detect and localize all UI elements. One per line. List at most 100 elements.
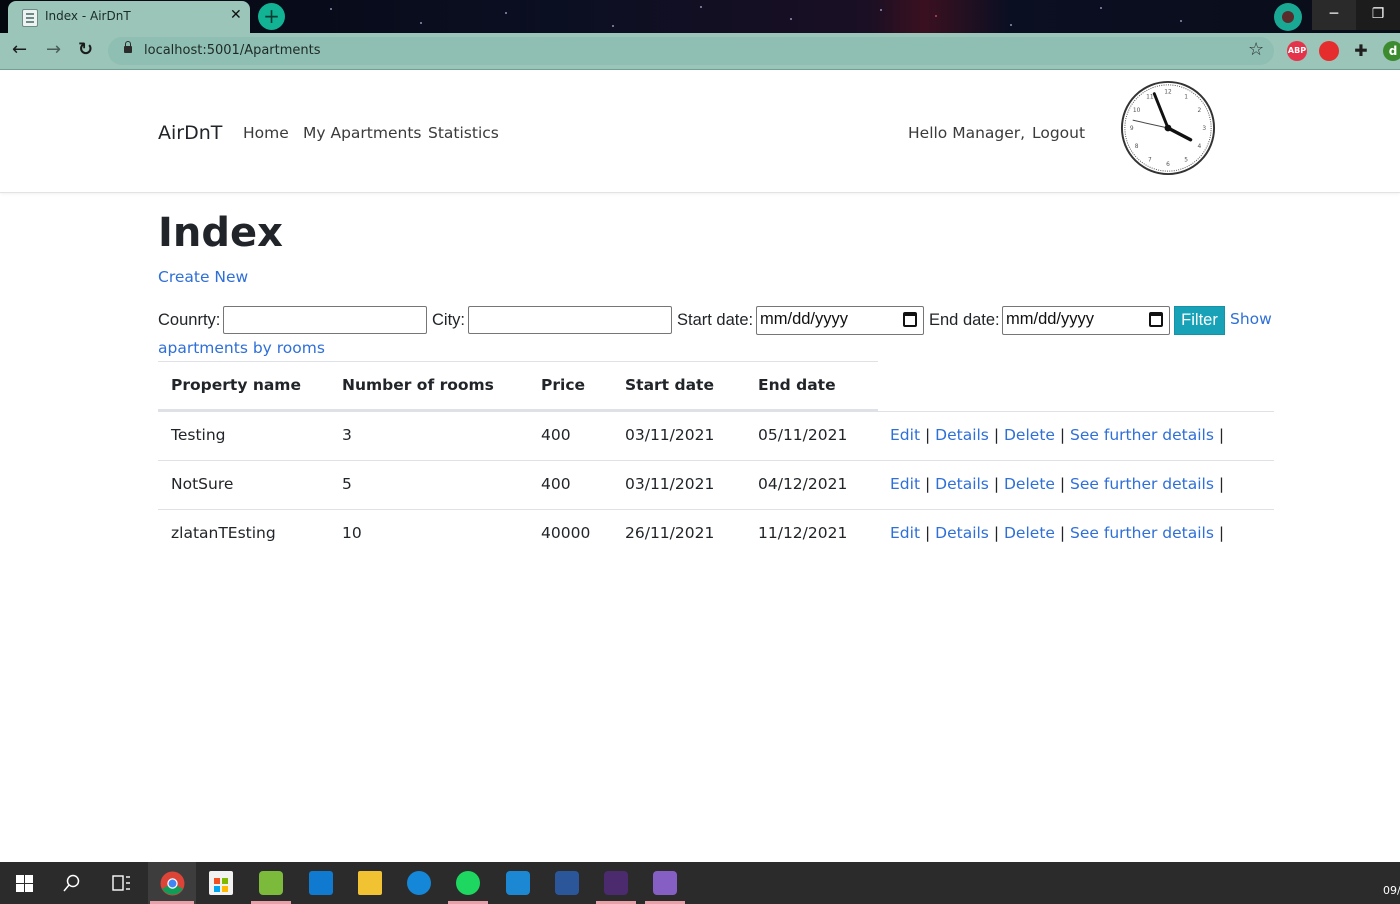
separator: | [924, 524, 931, 542]
separator: | [1059, 524, 1066, 542]
details-link[interactable]: Details [935, 524, 989, 542]
cell-property-name: Testing [171, 426, 226, 444]
clock-numeral: 6 [1166, 162, 1170, 168]
table-row-border [158, 460, 1274, 461]
details-link[interactable]: Details [935, 475, 989, 493]
start-date-label: Start date: [677, 311, 754, 329]
nav-home-link[interactable]: Home [243, 124, 289, 142]
delete-link[interactable]: Delete [1004, 475, 1055, 493]
puzzle-extensions-icon[interactable]: ✚ [1351, 41, 1371, 61]
reload-icon[interactable]: ↻ [78, 39, 93, 60]
clock-numeral: 5 [1184, 157, 1188, 163]
table-row-border [158, 509, 1274, 510]
separator: | [1059, 475, 1066, 493]
cell-price: 400 [541, 426, 571, 444]
column-header-end-date: End date [758, 376, 836, 394]
nav-my-apartments-link[interactable]: My Apartments [303, 124, 421, 142]
back-arrow-icon[interactable]: ← [12, 39, 27, 60]
edit-link[interactable]: Edit [890, 524, 920, 542]
mail-icon[interactable] [506, 871, 530, 895]
column-header-property-name: Property name [171, 376, 301, 394]
app-navbar: AirDnT Home My Apartments Statistics Hel… [0, 70, 1400, 193]
row-actions: Edit | Details | Delete | See further de… [890, 475, 1224, 493]
edge-icon[interactable] [407, 871, 431, 895]
forward-arrow-icon[interactable]: → [46, 39, 61, 60]
visual-studio-icon[interactable] [653, 871, 677, 895]
calendar-icon[interactable] [903, 312, 917, 327]
end-date-value: mm/dd/yyyy [1006, 310, 1095, 328]
row-actions: Edit | Details | Delete | See further de… [890, 524, 1224, 542]
word-icon[interactable] [555, 871, 579, 895]
lock-icon [124, 41, 132, 53]
restore-window-button[interactable]: ❐ [1356, 0, 1400, 30]
minimize-window-button[interactable]: ─ [1312, 0, 1356, 30]
adblock-extension-icon[interactable]: ABP [1287, 41, 1307, 61]
details-link[interactable]: Details [935, 426, 989, 444]
clock-numeral: 8 [1135, 144, 1139, 150]
search-icon[interactable] [63, 874, 81, 892]
cell-end-date: 11/12/2021 [758, 524, 848, 542]
spotify-icon[interactable] [456, 871, 480, 895]
greeting-text: Hello Manager, [908, 124, 1026, 142]
user-profile-d-icon[interactable]: d [1383, 41, 1400, 61]
clock-numeral: 11 [1146, 95, 1154, 101]
windows-start-icon[interactable] [16, 875, 33, 892]
nav-statistics-link[interactable]: Statistics [428, 124, 499, 142]
clock-numeral: 7 [1148, 157, 1152, 163]
browser-toolbar: ← → ↻ localhost:5001/Apartments ☆ ABP ✚ … [0, 33, 1400, 70]
tab-close-icon[interactable]: ✕ [230, 7, 242, 23]
store-icon[interactable] [209, 871, 233, 895]
task-view-icon[interactable] [112, 875, 131, 891]
cell-price: 400 [541, 475, 571, 493]
file-explorer-icon[interactable] [358, 871, 382, 895]
see-further-details-link[interactable]: See further details [1070, 524, 1214, 542]
delete-link[interactable]: Delete [1004, 426, 1055, 444]
city-input[interactable] [468, 306, 672, 334]
table-row-border [158, 411, 1274, 412]
cell-number-of-rooms: 5 [342, 475, 352, 493]
see-further-details-link[interactable]: See further details [1070, 475, 1214, 493]
delete-link[interactable]: Delete [1004, 524, 1055, 542]
clock-numeral: 10 [1133, 108, 1141, 114]
end-date-input[interactable]: mm/dd/yyyy [1002, 306, 1170, 335]
separator: | [993, 475, 1000, 493]
new-tab-button[interactable]: + [258, 3, 285, 30]
tab-title: Index - AirDnT [45, 9, 131, 23]
profile-avatar-icon[interactable] [1274, 3, 1302, 31]
start-date-input[interactable]: mm/dd/yyyy [756, 306, 924, 335]
cell-end-date: 04/12/2021 [758, 475, 848, 493]
browser-tab-active[interactable]: Index - AirDnT ✕ [8, 1, 250, 33]
city-label: City: [432, 311, 465, 329]
bookmark-star-icon[interactable]: ☆ [1248, 39, 1264, 60]
logout-link[interactable]: Logout [1032, 124, 1085, 142]
separator: | [993, 426, 1000, 444]
vscode-icon[interactable] [309, 871, 333, 895]
url-text[interactable]: localhost:5001/Apartments [144, 43, 321, 58]
calendar-icon[interactable] [1149, 312, 1163, 327]
separator: | [924, 426, 931, 444]
terminal-icon[interactable] [604, 871, 628, 895]
create-new-link[interactable]: Create New [158, 268, 248, 286]
brand-logo-text[interactable]: AirDnT [158, 122, 222, 144]
start-date-value: mm/dd/yyyy [760, 310, 849, 328]
cell-number-of-rooms: 3 [342, 426, 352, 444]
notepad-plus-plus-icon[interactable] [259, 871, 283, 895]
see-further-details-link[interactable]: See further details [1070, 426, 1214, 444]
cell-start-date: 03/11/2021 [625, 426, 715, 444]
clock-numeral: 4 [1197, 144, 1201, 150]
cell-start-date: 26/11/2021 [625, 524, 715, 542]
cell-property-name: NotSure [171, 475, 234, 493]
cell-price: 40000 [541, 524, 591, 542]
clock-numeral: 2 [1197, 108, 1201, 114]
filter-button[interactable]: Filter [1174, 306, 1225, 335]
show-apartments-by-rooms-link-continued[interactable]: apartments by rooms [158, 339, 325, 357]
address-bar[interactable]: localhost:5001/Apartments ☆ [108, 37, 1274, 65]
column-header-number-of-rooms: Number of rooms [342, 376, 494, 394]
edit-link[interactable]: Edit [890, 426, 920, 444]
show-apartments-by-rooms-link[interactable]: Show [1230, 310, 1272, 328]
chrome-icon[interactable] [160, 871, 185, 896]
edit-link[interactable]: Edit [890, 475, 920, 493]
country-input[interactable] [223, 306, 427, 334]
stop-hand-extension-icon[interactable] [1319, 41, 1339, 61]
clock-numeral: 12 [1164, 90, 1172, 96]
